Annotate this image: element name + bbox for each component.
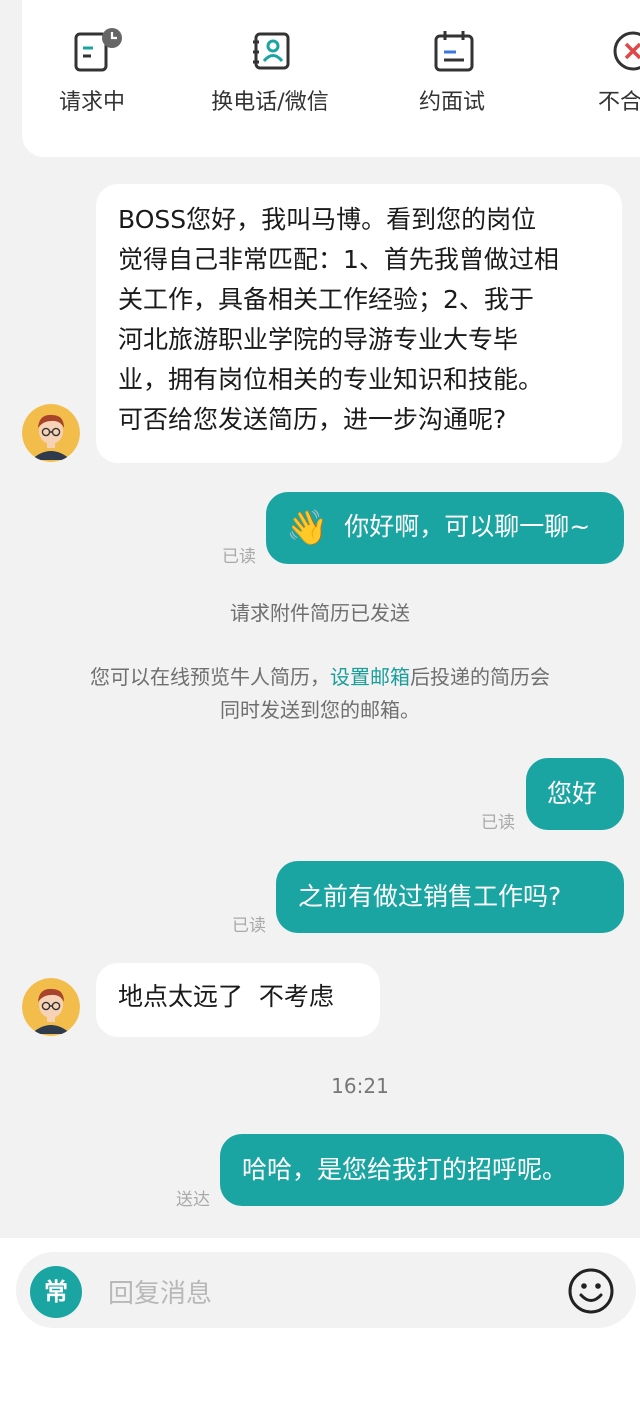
common-phrases-button[interactable]: 常	[30, 1266, 82, 1318]
message-input[interactable]: 常 回复消息	[16, 1252, 636, 1328]
input-placeholder: 回复消息	[108, 1279, 213, 1309]
action-not-suitable[interactable]: 不合	[598, 28, 640, 116]
system-text: 后投递的简历会	[410, 665, 550, 689]
resume-pending-icon	[72, 28, 122, 74]
message-line: 觉得自己非常匹配：1、首先我曾做过相	[118, 245, 559, 274]
read-status: 已读	[232, 916, 266, 936]
calendar-icon	[432, 28, 474, 74]
read-status: 已读	[481, 813, 515, 833]
message-bubble-incoming[interactable]: BOSS您好，我叫马博。看到您的岗位 觉得自己非常匹配：1、首先我曾做过相 关工…	[96, 184, 622, 463]
message-bubble-incoming[interactable]: 地点太远了 不考虑	[96, 963, 380, 1037]
contact-avatar[interactable]	[22, 404, 80, 462]
emoji-smile-icon[interactable]	[568, 1268, 614, 1314]
system-text: 您可以在线预览牛人简历，	[90, 665, 330, 689]
system-notice-email: 您可以在线预览牛人简历，设置邮箱后投递的简历会 同时发送到您的邮箱。	[0, 661, 640, 727]
message-bubble-outgoing[interactable]: 您好	[526, 758, 624, 830]
contact-exchange-icon	[250, 28, 290, 74]
message-line: BOSS您好，我叫马博。看到您的岗位	[118, 205, 537, 234]
set-email-link[interactable]: 设置邮箱	[330, 665, 410, 689]
wave-hand-icon: 👋	[286, 508, 329, 548]
message-text: 哈哈，是您给我打的招呼呢。	[242, 1155, 568, 1184]
message-bubble-outgoing[interactable]: 之前有做过销售工作吗?	[276, 861, 624, 933]
message-timestamp: 16:21	[331, 1074, 389, 1098]
action-request-resume[interactable]: 请求中	[52, 28, 132, 116]
message-text: 您好	[547, 779, 598, 808]
action-exchange-contact[interactable]: 换电话/微信	[206, 28, 334, 116]
action-label: 不合	[598, 90, 640, 115]
message-text: 地点太远了 不考虑	[118, 982, 334, 1011]
action-label: 换电话/微信	[211, 90, 329, 115]
contact-avatar[interactable]	[22, 978, 80, 1036]
message-line: 河北旅游职业学院的导游专业大专毕	[118, 325, 519, 354]
message-bubble-outgoing[interactable]: 👋 你好啊，可以聊一聊~	[266, 492, 624, 564]
message-line: 可否给您发送简历，进一步沟通呢?	[118, 405, 507, 434]
read-status: 已读	[222, 547, 256, 567]
message-input-bar: 常 回复消息	[0, 1238, 640, 1406]
message-line: 关工作，具备相关工作经验；2、我于	[118, 285, 534, 314]
reject-icon	[610, 28, 640, 74]
message-line: 业，拥有岗位相关的专业知识和技能。	[118, 365, 544, 394]
action-schedule-interview[interactable]: 约面试	[414, 28, 490, 116]
delivery-status: 送达	[176, 1190, 210, 1210]
action-label: 约面试	[418, 90, 485, 115]
message-text: 你好啊，可以聊一聊~	[344, 512, 591, 541]
system-notice-resume-sent: 请求附件简历已发送	[230, 601, 410, 625]
message-bubble-outgoing[interactable]: 哈哈，是您给我打的招呼呢。	[220, 1134, 624, 1206]
action-label: 请求中	[58, 90, 125, 115]
system-text: 同时发送到您的邮箱。	[220, 698, 420, 722]
message-text: 之前有做过销售工作吗?	[298, 882, 562, 911]
